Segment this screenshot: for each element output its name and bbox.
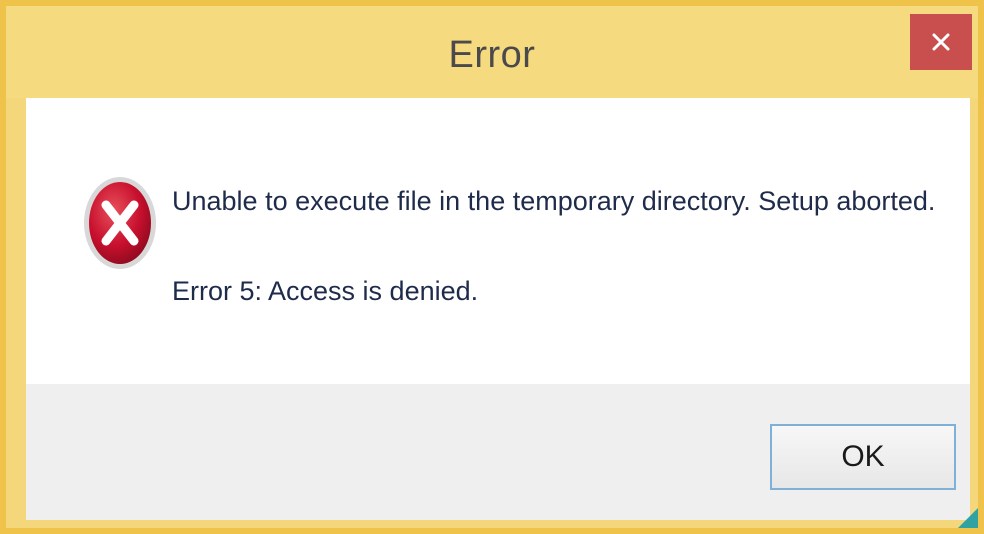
- error-detail: Error 5: Access is denied.: [172, 276, 479, 306]
- error-icon: [84, 177, 156, 269]
- title-bar[interactable]: Error: [6, 6, 978, 98]
- close-button[interactable]: [910, 14, 972, 70]
- ok-button[interactable]: OK: [770, 424, 956, 490]
- window-title: Error: [448, 34, 536, 76]
- error-message: Unable to execute file in the temporary …: [172, 186, 936, 216]
- close-icon: [932, 33, 950, 51]
- message-area: Unable to execute file in the temporary …: [26, 98, 970, 384]
- resize-grip[interactable]: [958, 508, 978, 528]
- button-bar: OK: [26, 384, 970, 520]
- error-dialog-window: Error Unable to execute file in the temp…: [0, 0, 984, 534]
